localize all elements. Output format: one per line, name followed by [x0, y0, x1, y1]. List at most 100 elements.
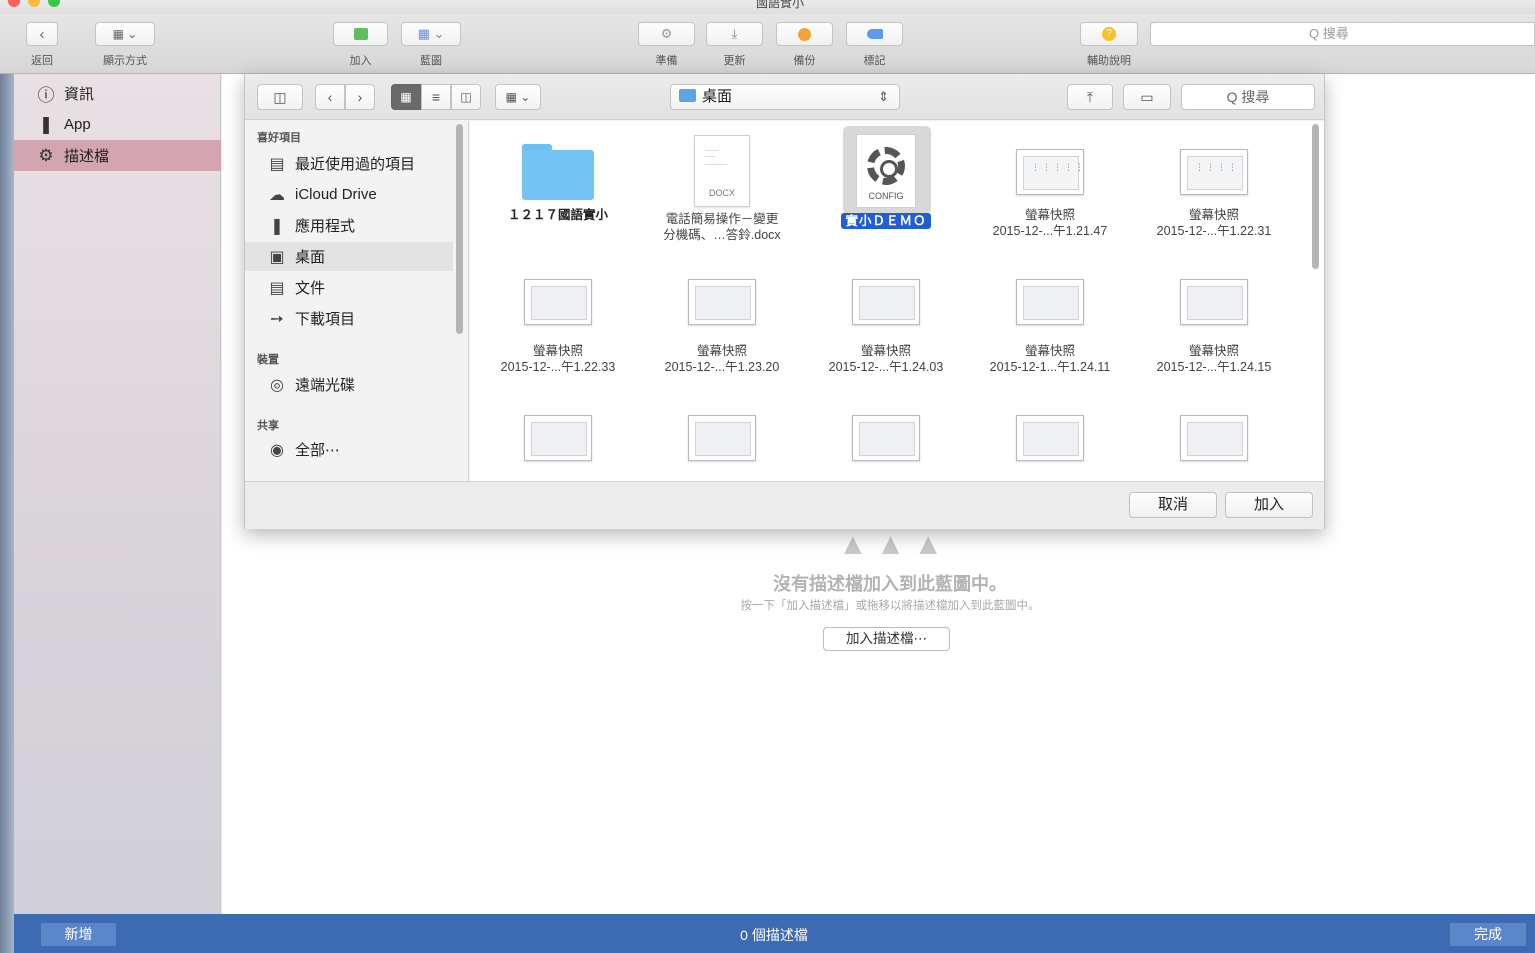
blueprint-button[interactable]: ▦ ⌄: [401, 22, 461, 46]
file-name: 螢幕快照: [1024, 208, 1075, 222]
file-name: 螢幕快照: [532, 344, 583, 358]
file-item[interactable]: ⋮⋮⋮⋮⋮ 螢幕快照 2015-12-...午1.21.47: [970, 143, 1130, 239]
prepare-icon: ⚙: [660, 26, 673, 41]
update-button[interactable]: ⤓: [706, 22, 763, 46]
sidebar-item-label: 資訊: [64, 86, 95, 103]
list-view-button[interactable]: ≡: [421, 84, 451, 110]
file-name: 螢幕快照: [860, 344, 911, 358]
dialog-search-input[interactable]: Q 搜尋: [1181, 84, 1315, 110]
sidebar-item-icloud[interactable]: ☁ iCloud Drive: [245, 180, 453, 209]
file-item[interactable]: [970, 409, 1130, 467]
tags-button[interactable]: ▭: [1123, 84, 1171, 110]
sidebar-item-applications[interactable]: ❚ 應用程式: [245, 211, 453, 240]
minimize-window-button[interactable]: [28, 0, 40, 7]
new-button[interactable]: 新增: [41, 923, 116, 946]
view-mode-button[interactable]: ▦ ⌄: [95, 22, 155, 46]
screenshot-thumbnail-icon: [688, 415, 756, 461]
file-item[interactable]: [642, 409, 802, 467]
add-button[interactable]: [333, 22, 388, 46]
file-item[interactable]: [806, 409, 966, 467]
sidebar-item-desktop[interactable]: ▣ 桌面: [245, 242, 453, 271]
file-name-line2: 2015-12-...午1.24.03: [828, 360, 944, 374]
back-nav-button[interactable]: ‹: [315, 84, 345, 110]
title-bar: 國語實小: [0, 0, 1535, 14]
file-item[interactable]: 螢幕快照 2015-12-...午1.24.03: [806, 273, 966, 375]
profile-count: 0 個描述檔: [740, 927, 808, 943]
sidebar-toggle-button[interactable]: ◫: [257, 84, 303, 110]
chevron-left-icon: ‹: [327, 89, 333, 105]
file-item-selected[interactable]: CONFIG 實小ＤＥＭＯ: [806, 133, 966, 229]
backup-button[interactable]: [776, 22, 833, 46]
blueprint-label: 藍圖: [420, 55, 442, 67]
forward-nav-button[interactable]: ›: [345, 84, 375, 110]
back-label: 返回: [31, 55, 53, 67]
file-name-line2: 2015-12-...午1.22.33: [500, 360, 616, 374]
sidebar-item-profiles[interactable]: ⚙ 描述檔: [14, 140, 221, 171]
sidebar-item-remote-disc[interactable]: ◎ 遠端光碟: [245, 370, 453, 399]
sidebar-item-info[interactable]: ⓘ 資訊: [14, 78, 221, 109]
back-button[interactable]: ‹: [26, 22, 58, 46]
sidebar-item-all-shared[interactable]: ◉ 全部⋯: [245, 435, 453, 464]
toolbar-search-input[interactable]: Q 搜尋: [1150, 22, 1535, 46]
file-name-line2: 2015-12-...午1.24.15: [1156, 360, 1272, 374]
sidebar-item-label: 桌面: [295, 249, 326, 266]
screenshot-thumbnail-icon: [688, 279, 756, 325]
zoom-window-button[interactable]: [48, 0, 60, 7]
tag-button[interactable]: [846, 22, 903, 46]
update-label: 更新: [723, 55, 746, 67]
tag-outline-icon: ▭: [1140, 88, 1154, 105]
open-file-dialog: ◫ ‹ › ▦ ≡ ◫ ▦ ⌄ 桌面 ⇕ ⤒ ▭ Q 搜尋 喜好項目 ▤ 最近使…: [244, 74, 1325, 529]
add-green-icon: [353, 28, 368, 40]
tag-label: 標記: [863, 55, 886, 67]
icon-view-button[interactable]: ▦: [391, 84, 421, 110]
arrange-icon: ▦ ⌄: [505, 90, 531, 104]
help-button[interactable]: ?: [1080, 22, 1138, 46]
file-item[interactable]: 螢幕快照 2015-12-...午1.24.15: [1134, 273, 1294, 375]
file-name: 螢幕快照: [696, 344, 747, 358]
file-item[interactable]: １２１７國語實小: [478, 143, 638, 223]
arrange-button[interactable]: ▦ ⌄: [495, 84, 541, 110]
desktop-icon: ▣: [269, 248, 285, 266]
sidebar-item-documents[interactable]: ▤ 文件: [245, 273, 453, 302]
sidebar-item-app[interactable]: ❚ App: [14, 109, 221, 140]
file-name-line2: 2015-12-1...午1.24.11: [989, 360, 1111, 374]
sidebar-scrollbar[interactable]: [456, 124, 463, 334]
file-grid-scrollbar[interactable]: [1312, 124, 1319, 269]
dialog-footer: 取消 加入: [245, 481, 1324, 529]
icon-view-icon: ▦: [400, 90, 412, 104]
sidebar-item-recents[interactable]: ▤ 最近使用過的項目: [245, 149, 453, 178]
file-item[interactable]: 螢幕快照 2015-12-...午1.22.33: [478, 273, 638, 375]
share-icon: ⤒: [1086, 88, 1094, 105]
file-item[interactable]: [1134, 409, 1294, 467]
location-popup[interactable]: 桌面 ⇕: [670, 84, 900, 110]
file-item[interactable]: DOCX 電話簡易操作－變更 分機碼、…答鈴.docx: [642, 133, 802, 243]
empty-state-title: 沒有描述檔加入到此藍圖中。: [773, 574, 1007, 594]
prepare-button[interactable]: ⚙: [638, 22, 695, 46]
file-item[interactable]: [478, 409, 638, 467]
share-button[interactable]: ⤒: [1067, 84, 1113, 110]
file-name: 螢幕快照: [1024, 344, 1075, 358]
close-window-button[interactable]: [8, 0, 20, 7]
file-item[interactable]: 螢幕快照 2015-12-1...午1.24.11: [970, 273, 1130, 375]
dialog-add-button[interactable]: 加入: [1225, 492, 1313, 518]
screenshot-thumbnail-icon: [1180, 279, 1248, 325]
sidebar-toggle-icon: ◫: [273, 88, 287, 105]
popup-arrows-icon: ⇕: [878, 89, 889, 104]
column-view-button[interactable]: ◫: [451, 84, 481, 110]
file-item[interactable]: 螢幕快照 2015-12-...午1.23.20: [642, 273, 802, 375]
file-item[interactable]: ⋮⋮⋮⋮ 螢幕快照 2015-12-...午1.22.31: [1134, 143, 1294, 239]
folder-icon: [679, 89, 696, 102]
add-profile-button[interactable]: 加入描述檔⋯: [823, 627, 950, 651]
backup-label: 備份: [793, 55, 816, 67]
file-name-line2: 2015-12-...午1.23.20: [664, 360, 780, 374]
screenshot-thumbnail-icon: [1016, 279, 1084, 325]
sidebar-item-label: 應用程式: [295, 218, 356, 235]
backup-icon: [798, 27, 811, 41]
done-button[interactable]: 完成: [1450, 923, 1526, 946]
config-file-icon: CONFIG: [856, 134, 916, 208]
docx-file-icon: DOCX: [694, 135, 750, 207]
cancel-button[interactable]: 取消: [1129, 492, 1217, 518]
cloud-icon: ☁: [269, 186, 285, 204]
file-name: 電話簡易操作－變更: [665, 212, 779, 226]
sidebar-item-downloads[interactable]: ➙ 下載項目: [245, 304, 453, 333]
